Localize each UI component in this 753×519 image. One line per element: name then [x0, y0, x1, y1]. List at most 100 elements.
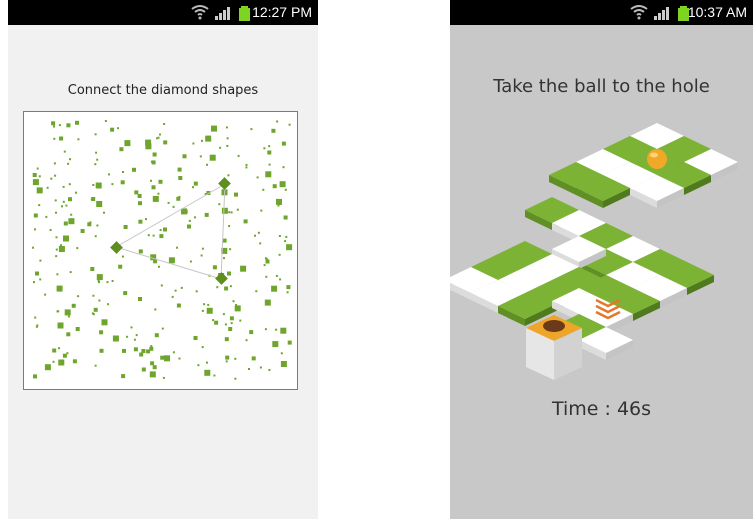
battery-icon: [239, 6, 250, 21]
hole-block: [526, 315, 582, 380]
dot: [53, 162, 56, 165]
dot: [177, 167, 182, 172]
dot: [58, 359, 65, 366]
dot: [254, 234, 256, 237]
dot: [152, 152, 157, 157]
diamond-node[interactable]: [110, 241, 123, 254]
dot: [174, 289, 177, 292]
dot: [225, 355, 230, 360]
dot: [213, 374, 216, 377]
dot: [89, 221, 92, 224]
dot: [35, 325, 38, 328]
dot: [135, 334, 138, 337]
dot: [138, 219, 143, 224]
dot: [176, 246, 178, 249]
dot: [163, 123, 166, 125]
dot: [120, 180, 125, 185]
instruction-text: Connect the diamond shapes: [67, 83, 259, 98]
dot: [168, 257, 175, 264]
dot: [64, 309, 71, 316]
dot: [58, 347, 60, 350]
diamond-puzzle-area[interactable]: [23, 111, 298, 390]
dot: [63, 235, 69, 242]
dot: [245, 339, 248, 342]
dot: [222, 313, 225, 316]
dot: [159, 235, 162, 238]
dot: [275, 328, 278, 331]
dot: [103, 211, 105, 214]
dot: [32, 173, 37, 177]
dot: [182, 154, 187, 159]
dot: [225, 126, 228, 129]
dot: [123, 291, 128, 296]
dot: [55, 236, 58, 239]
dot: [139, 352, 144, 357]
dot: [44, 293, 47, 296]
dot: [255, 290, 258, 293]
dot: [204, 212, 209, 217]
dot: [94, 163, 97, 166]
dot: [56, 285, 63, 292]
ball[interactable]: [647, 149, 667, 169]
dot: [286, 285, 291, 290]
dot: [209, 154, 216, 161]
dot: [111, 280, 114, 282]
dot: [52, 360, 55, 363]
dot: [76, 247, 79, 250]
dot: [75, 120, 79, 125]
dot: [46, 186, 49, 189]
dot: [203, 303, 206, 306]
dot: [192, 186, 194, 189]
dot: [92, 184, 95, 186]
dot: [224, 337, 229, 342]
dot: [146, 349, 151, 354]
dot: [130, 326, 133, 329]
dot: [178, 195, 181, 198]
dot: [77, 295, 80, 298]
dot: [91, 312, 94, 315]
isometric-board[interactable]: [450, 0, 753, 519]
dot: [39, 278, 42, 281]
dot: [151, 160, 156, 165]
dot: [57, 322, 64, 329]
dot: [32, 246, 34, 249]
dot: [279, 278, 282, 281]
dot: [38, 175, 41, 178]
dot: [93, 307, 98, 312]
dot: [36, 187, 43, 194]
dot: [90, 198, 93, 201]
dot: [96, 224, 99, 227]
dot: [219, 146, 222, 149]
dot: [118, 264, 123, 269]
dot: [63, 150, 66, 153]
dot: [95, 151, 98, 154]
dot: [54, 199, 57, 202]
dot: [275, 274, 278, 277]
dot: [240, 265, 247, 272]
dot: [243, 219, 248, 224]
dot: [153, 259, 158, 264]
dot: [90, 267, 95, 271]
diamond-node[interactable]: [218, 177, 231, 190]
dot: [54, 174, 57, 177]
dot: [72, 359, 77, 364]
dot: [66, 352, 69, 355]
dot: [94, 133, 97, 136]
dot: [212, 265, 217, 270]
dot: [226, 144, 229, 147]
dot: [214, 320, 219, 325]
dot: [195, 290, 198, 293]
dot: [61, 205, 63, 208]
diamond-node[interactable]: [215, 272, 228, 285]
dot: [75, 191, 77, 194]
dot: [286, 244, 293, 251]
status-icons: [190, 4, 252, 21]
dot: [286, 291, 289, 294]
dot: [157, 192, 160, 195]
dot: [206, 361, 208, 364]
dot: [67, 315, 70, 318]
dot: [66, 123, 71, 128]
dot: [62, 353, 67, 358]
dot: [212, 319, 215, 322]
dot: [288, 123, 291, 126]
